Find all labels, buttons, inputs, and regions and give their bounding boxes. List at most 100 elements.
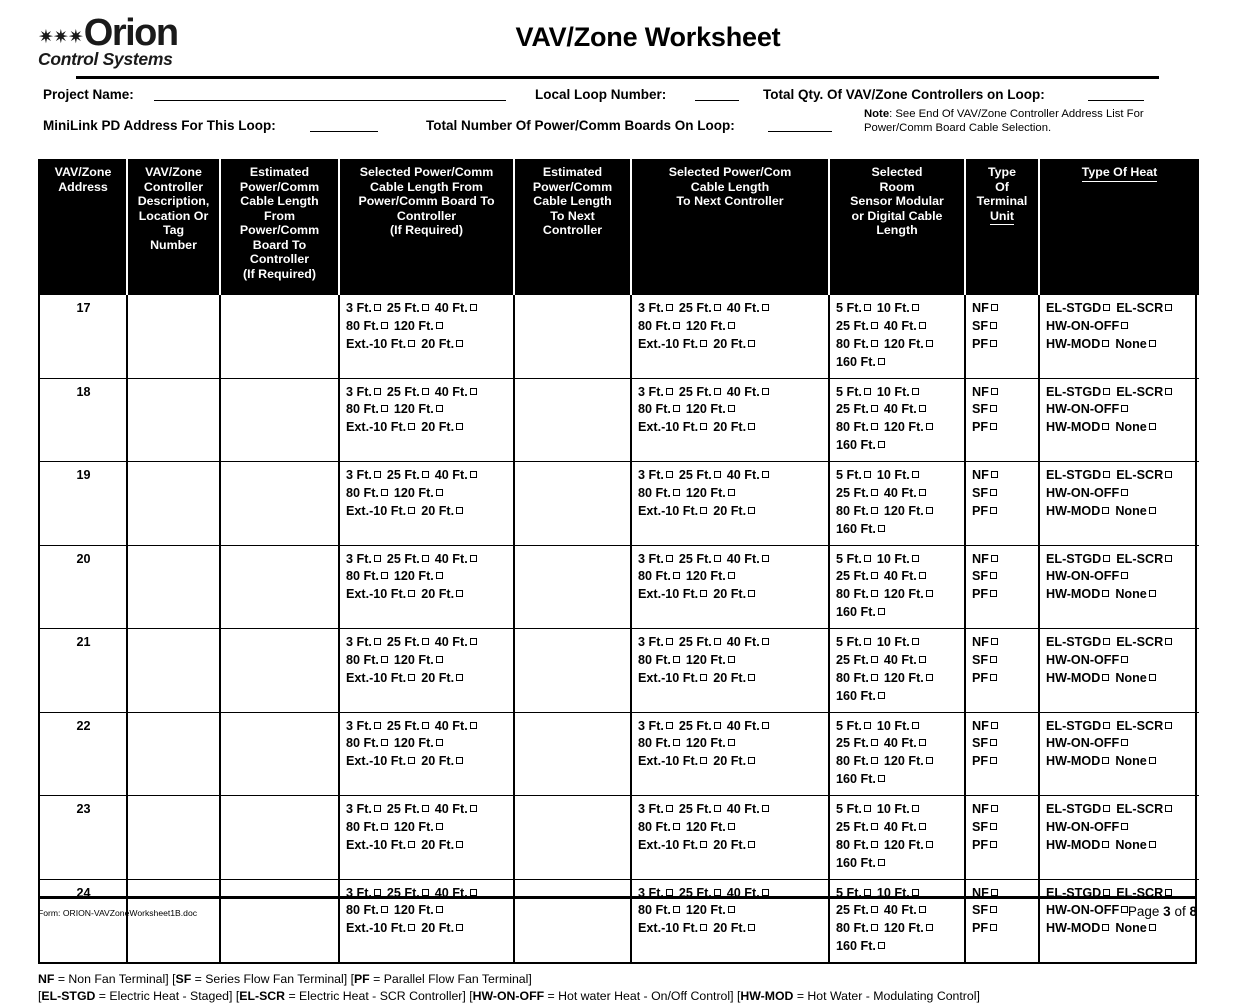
cell-estimated-cable-from-board[interactable]: [220, 628, 340, 712]
checkbox[interactable]: [727, 321, 735, 329]
option-10-ft[interactable]: 10 Ft.: [877, 385, 920, 399]
option-25-ft[interactable]: 25 Ft.: [679, 301, 722, 315]
checkbox[interactable]: [1148, 840, 1156, 848]
option-120-ft[interactable]: 120 Ft.: [686, 736, 736, 750]
option-none[interactable]: None: [1115, 420, 1156, 434]
option-80-ft[interactable]: 80 Ft.: [638, 736, 681, 750]
option-80-ft[interactable]: 80 Ft.: [836, 921, 879, 935]
checkbox[interactable]: [380, 822, 388, 830]
checkbox[interactable]: [1121, 655, 1129, 663]
checkbox[interactable]: [748, 506, 756, 514]
option-sf[interactable]: SF: [972, 319, 998, 333]
checkbox[interactable]: [672, 321, 680, 329]
cell-controller-description[interactable]: [127, 711, 221, 796]
checkbox[interactable]: [1103, 805, 1111, 812]
checkbox[interactable]: [863, 304, 871, 311]
cell-controller-description[interactable]: [127, 628, 221, 712]
checkbox[interactable]: [1165, 304, 1173, 311]
option-80-ft[interactable]: 80 Ft.: [638, 569, 681, 583]
checkbox[interactable]: [435, 572, 443, 580]
checkbox[interactable]: [469, 387, 477, 395]
checkbox[interactable]: [911, 554, 919, 562]
checkbox[interactable]: [469, 721, 477, 729]
checkbox[interactable]: [925, 423, 933, 431]
option-3-ft[interactable]: 3 Ft.: [346, 635, 382, 649]
checkbox[interactable]: [990, 572, 998, 580]
checkbox[interactable]: [870, 339, 878, 347]
option-el-scr[interactable]: EL-SCR: [1116, 385, 1173, 399]
option-120-ft[interactable]: 120 Ft.: [686, 653, 736, 667]
checkbox[interactable]: [925, 840, 933, 848]
option-none[interactable]: None: [1115, 504, 1156, 518]
option-25-ft[interactable]: 25 Ft.: [836, 319, 879, 333]
option-el-stgd[interactable]: EL-STGD: [1046, 719, 1111, 733]
option-ext-10-ft[interactable]: Ext.-10 Ft.: [638, 420, 708, 434]
cell-estimated-cable-from-board[interactable]: [220, 711, 340, 796]
checkbox[interactable]: [1165, 471, 1173, 478]
option-80-ft[interactable]: 80 Ft.: [836, 420, 879, 434]
option-80-ft[interactable]: 80 Ft.: [638, 319, 681, 333]
checkbox[interactable]: [408, 757, 416, 765]
option-10-ft[interactable]: 10 Ft.: [877, 301, 920, 315]
option-sf[interactable]: SF: [972, 569, 998, 583]
option-5-ft[interactable]: 5 Ft.: [836, 301, 872, 315]
option-40-ft[interactable]: 40 Ft.: [435, 552, 478, 566]
option-5-ft[interactable]: 5 Ft.: [836, 635, 872, 649]
option-120-ft[interactable]: 120 Ft.: [394, 486, 444, 500]
option-20-ft[interactable]: 20 Ft.: [421, 337, 464, 351]
option-20-ft[interactable]: 20 Ft.: [713, 587, 756, 601]
option-25-ft[interactable]: 25 Ft.: [679, 635, 722, 649]
option-120-ft[interactable]: 120 Ft.: [686, 486, 736, 500]
option-hw-on-off[interactable]: HW-ON-OFF: [1046, 319, 1129, 333]
checkbox[interactable]: [877, 942, 885, 950]
option-40-ft[interactable]: 40 Ft.: [435, 635, 478, 649]
option-hw-on-off[interactable]: HW-ON-OFF: [1046, 820, 1129, 834]
checkbox[interactable]: [672, 655, 680, 663]
checkbox[interactable]: [408, 673, 416, 681]
checkbox[interactable]: [373, 888, 381, 896]
option-80-ft[interactable]: 80 Ft.: [346, 653, 389, 667]
option-80-ft[interactable]: 80 Ft.: [346, 486, 389, 500]
option-3-ft[interactable]: 3 Ft.: [346, 385, 382, 399]
option-120-ft[interactable]: 120 Ft.: [686, 569, 736, 583]
option-hw-mod[interactable]: HW-MOD: [1046, 754, 1110, 768]
option-80-ft[interactable]: 80 Ft.: [638, 820, 681, 834]
checkbox[interactable]: [870, 321, 878, 329]
option-5-ft[interactable]: 5 Ft.: [836, 468, 872, 482]
option-ext-10-ft[interactable]: Ext.-10 Ft.: [346, 587, 416, 601]
checkbox[interactable]: [373, 304, 381, 311]
option-nf[interactable]: NF: [972, 635, 999, 649]
checkbox[interactable]: [877, 441, 885, 449]
option-10-ft[interactable]: 10 Ft.: [877, 468, 920, 482]
checkbox[interactable]: [665, 471, 673, 478]
checkbox[interactable]: [713, 888, 721, 896]
option-40-ft[interactable]: 40 Ft.: [435, 802, 478, 816]
option-20-ft[interactable]: 20 Ft.: [713, 671, 756, 685]
checkbox[interactable]: [408, 924, 416, 932]
checkbox[interactable]: [421, 304, 429, 311]
option-ext-10-ft[interactable]: Ext.-10 Ft.: [346, 420, 416, 434]
option-20-ft[interactable]: 20 Ft.: [713, 754, 756, 768]
checkbox[interactable]: [713, 638, 721, 645]
option-nf[interactable]: NF: [972, 719, 999, 733]
option-sf[interactable]: SF: [972, 402, 998, 416]
checkbox[interactable]: [870, 739, 878, 747]
checkbox[interactable]: [748, 924, 756, 932]
checkbox[interactable]: [863, 638, 871, 645]
option-25-ft[interactable]: 25 Ft.: [387, 635, 430, 649]
option-ext-10-ft[interactable]: Ext.-10 Ft.: [638, 337, 708, 351]
option-40-ft[interactable]: 40 Ft.: [727, 301, 770, 315]
option-40-ft[interactable]: 40 Ft.: [727, 719, 770, 733]
checkbox[interactable]: [469, 638, 477, 645]
checkbox[interactable]: [1102, 506, 1110, 514]
checkbox[interactable]: [713, 721, 721, 729]
option-3-ft[interactable]: 3 Ft.: [638, 802, 674, 816]
checkbox[interactable]: [373, 387, 381, 395]
option-25-ft[interactable]: 25 Ft.: [387, 802, 430, 816]
checkbox[interactable]: [665, 304, 673, 311]
option-120-ft[interactable]: 120 Ft.: [884, 504, 934, 518]
option-40-ft[interactable]: 40 Ft.: [884, 402, 927, 416]
checkbox[interactable]: [990, 655, 998, 663]
checkbox[interactable]: [870, 572, 878, 580]
option-25-ft[interactable]: 25 Ft.: [836, 486, 879, 500]
